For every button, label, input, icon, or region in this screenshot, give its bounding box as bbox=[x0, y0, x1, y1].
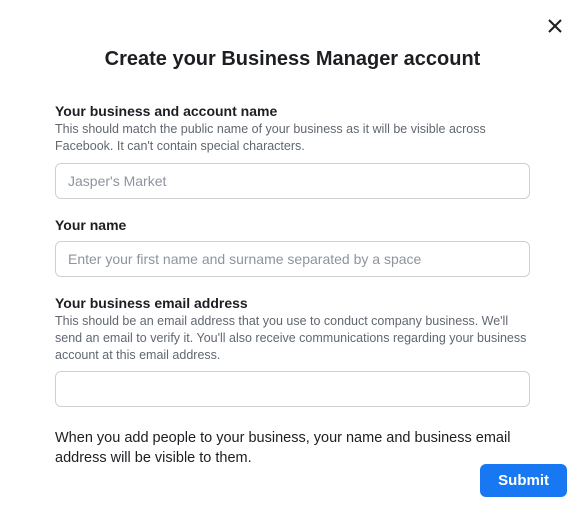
your-name-input[interactable] bbox=[55, 241, 530, 277]
dialog-body: Create your Business Manager account You… bbox=[0, 0, 585, 469]
business-email-label: Your business email address bbox=[55, 295, 530, 311]
business-name-label: Your business and account name bbox=[55, 103, 530, 119]
field-business-name: Your business and account name This shou… bbox=[55, 103, 530, 199]
dialog-title: Create your Business Manager account bbox=[55, 48, 530, 71]
field-your-name: Your name bbox=[55, 217, 530, 277]
close-button[interactable] bbox=[543, 16, 567, 40]
close-icon bbox=[547, 18, 563, 39]
business-email-help: This should be an email address that you… bbox=[55, 313, 530, 364]
field-business-email: Your business email address This should … bbox=[55, 295, 530, 408]
business-email-input[interactable] bbox=[55, 371, 530, 407]
business-name-input[interactable] bbox=[55, 163, 530, 199]
submit-button[interactable]: Submit bbox=[480, 464, 567, 497]
your-name-label: Your name bbox=[55, 217, 530, 233]
business-name-help: This should match the public name of you… bbox=[55, 121, 530, 155]
visibility-note: When you add people to your business, yo… bbox=[55, 429, 530, 468]
